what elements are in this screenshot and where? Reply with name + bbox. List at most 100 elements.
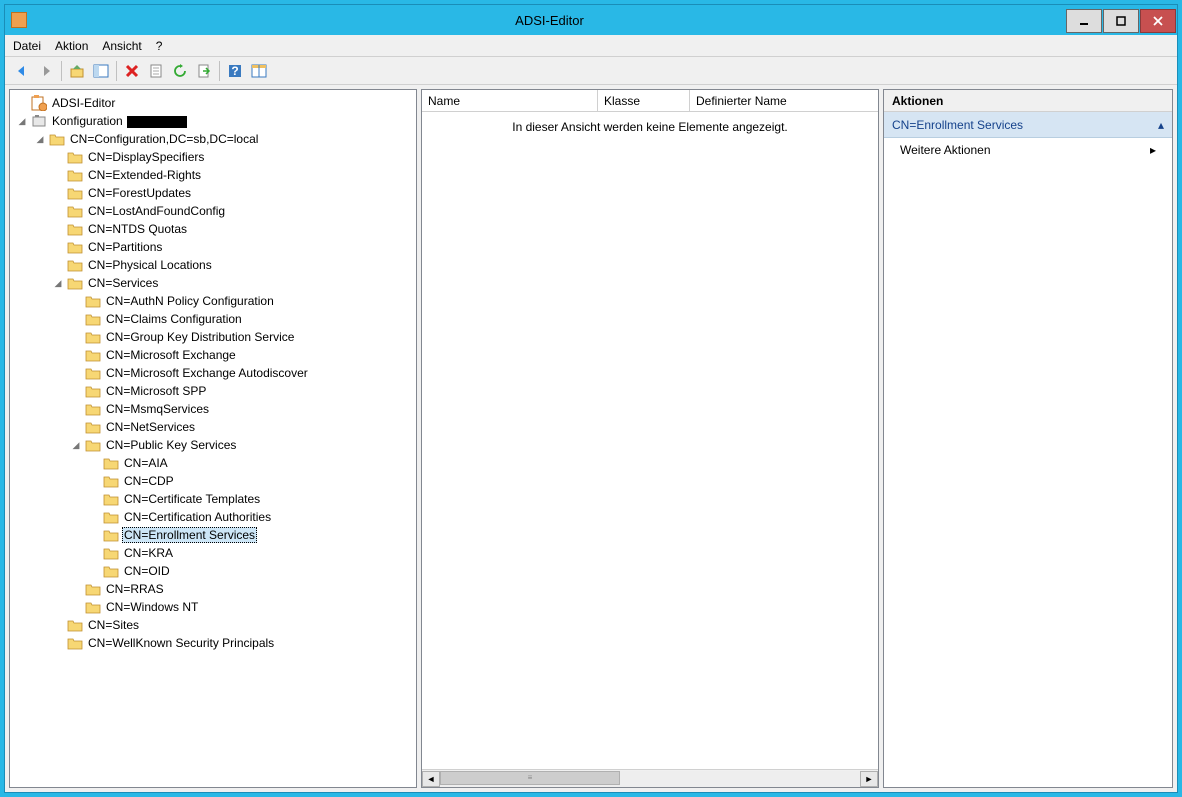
menu-file[interactable]: Datei [13, 39, 41, 53]
tree-item[interactable]: CN=Physical Locations [12, 256, 414, 274]
view-columns-button[interactable] [248, 60, 270, 82]
svg-text:?: ? [231, 64, 238, 78]
tree-item-label: CN=NTDS Quotas [86, 222, 189, 236]
tree-item-label: CN=LostAndFoundConfig [86, 204, 227, 218]
tree-item-label: CN=AuthN Policy Configuration [104, 294, 276, 308]
tree-item-label: CN=Sites [86, 618, 141, 632]
folder-icon [85, 582, 101, 596]
tree-item[interactable]: CN=RRAS [12, 580, 414, 598]
tree-item-label: CN=CDP [122, 474, 176, 488]
titlebar[interactable]: ADSI-Editor [5, 5, 1177, 35]
folder-icon [67, 222, 83, 236]
toolbar: ? [5, 57, 1177, 85]
tree-item-label: CN=Windows NT [104, 600, 200, 614]
tree-item[interactable]: ◢CN=Configuration,DC=sb,DC=local [12, 130, 414, 148]
tree-item[interactable]: CN=Claims Configuration [12, 310, 414, 328]
folder-icon [31, 96, 47, 110]
tree-item[interactable]: CN=Microsoft Exchange [12, 346, 414, 364]
tree-panel[interactable]: ADSI-Editor◢Konfiguration◢CN=Configurati… [9, 89, 417, 788]
scrollbar-thumb[interactable]: ≡ [440, 771, 620, 785]
folder-icon [85, 348, 101, 362]
tree-item[interactable]: CN=Enrollment Services [12, 526, 414, 544]
folder-icon [67, 618, 83, 632]
more-actions-item[interactable]: Weitere Aktionen ▸ [884, 138, 1172, 162]
tree-item[interactable]: CN=ForestUpdates [12, 184, 414, 202]
actions-panel: Aktionen CN=Enrollment Services ▴ Weiter… [883, 89, 1173, 788]
tree-toggle-icon[interactable]: ◢ [34, 133, 46, 145]
menu-help[interactable]: ? [156, 39, 163, 53]
tree-item[interactable]: ◢Konfiguration [12, 112, 414, 130]
tree-item[interactable]: CN=DisplaySpecifiers [12, 148, 414, 166]
tree-item[interactable]: CN=NTDS Quotas [12, 220, 414, 238]
folder-icon [103, 492, 119, 506]
tree-item[interactable]: CN=WellKnown Security Principals [12, 634, 414, 652]
tree-item[interactable]: CN=Microsoft Exchange Autodiscover [12, 364, 414, 382]
delete-button[interactable] [121, 60, 143, 82]
tree-item[interactable]: CN=Extended-Rights [12, 166, 414, 184]
actions-group-header[interactable]: CN=Enrollment Services ▴ [884, 112, 1172, 138]
refresh-button[interactable] [169, 60, 191, 82]
tree-item[interactable]: CN=LostAndFoundConfig [12, 202, 414, 220]
tree-item[interactable]: CN=MsmqServices [12, 400, 414, 418]
tree-item[interactable]: CN=Certificate Templates [12, 490, 414, 508]
tree-item[interactable]: ◢ CN=Public Key Services [12, 436, 414, 454]
tree-toggle-icon[interactable]: ◢ [70, 439, 82, 451]
minimize-button[interactable] [1066, 9, 1102, 33]
tree-item[interactable]: CN=Certification Authorities [12, 508, 414, 526]
list-header: Name Klasse Definierter Name [422, 90, 878, 112]
folder-icon [103, 564, 119, 578]
folder-icon [49, 132, 65, 146]
menu-action[interactable]: Aktion [55, 39, 88, 53]
tree-item[interactable]: CN=CDP [12, 472, 414, 490]
folder-icon [85, 402, 101, 416]
scroll-right-button[interactable]: ► [860, 771, 878, 787]
column-dn[interactable]: Definierter Name [690, 90, 878, 111]
tree-toggle-icon[interactable]: ◢ [52, 277, 64, 289]
tree-item[interactable]: CN=OID [12, 562, 414, 580]
folder-icon [85, 438, 101, 452]
folder-icon [67, 168, 83, 182]
forward-button[interactable] [35, 60, 57, 82]
tree-item[interactable]: CN=NetServices [12, 418, 414, 436]
scroll-left-button[interactable]: ◄ [422, 771, 440, 787]
empty-list-message: In dieser Ansicht werden keine Elemente … [512, 120, 788, 134]
menu-view[interactable]: Ansicht [102, 39, 141, 53]
folder-icon [67, 186, 83, 200]
tree-item-label: CN=OID [122, 564, 172, 578]
tree-item[interactable]: CN=Windows NT [12, 598, 414, 616]
tree-item[interactable]: CN=Group Key Distribution Service [12, 328, 414, 346]
properties-button[interactable] [145, 60, 167, 82]
up-button[interactable] [66, 60, 88, 82]
tree-item-label: CN=Public Key Services [104, 438, 238, 452]
folder-icon [103, 528, 119, 542]
folder-icon [103, 510, 119, 524]
tree-item-label: CN=Group Key Distribution Service [104, 330, 296, 344]
horizontal-scrollbar[interactable]: ◄ ≡ ► [422, 769, 878, 787]
folder-icon [67, 204, 83, 218]
tree-item-label: CN=Extended-Rights [86, 168, 203, 182]
tree-item[interactable]: CN=Sites [12, 616, 414, 634]
folder-icon [67, 150, 83, 164]
column-class[interactable]: Klasse [598, 90, 690, 111]
scrollbar-track[interactable]: ≡ [440, 771, 860, 787]
window-title: ADSI-Editor [33, 13, 1066, 28]
tree-item[interactable]: CN=AuthN Policy Configuration [12, 292, 414, 310]
tree-toggle-icon[interactable]: ◢ [16, 115, 28, 127]
help-button[interactable]: ? [224, 60, 246, 82]
column-name[interactable]: Name [422, 90, 598, 111]
back-button[interactable] [11, 60, 33, 82]
folder-icon [85, 330, 101, 344]
tree-item[interactable]: CN=AIA [12, 454, 414, 472]
show-hide-tree-button[interactable] [90, 60, 112, 82]
tree-item[interactable]: ◢CN=Services [12, 274, 414, 292]
tree-item-label: CN=DisplaySpecifiers [86, 150, 206, 164]
maximize-button[interactable] [1103, 9, 1139, 33]
tree-item[interactable]: CN=KRA [12, 544, 414, 562]
tree-item[interactable]: CN=Partitions [12, 238, 414, 256]
tree-item[interactable]: ADSI-Editor [12, 94, 414, 112]
tree-item[interactable]: CN=Microsoft SPP [12, 382, 414, 400]
tree-item-label: CN=Certification Authorities [122, 510, 273, 524]
tree-item-label: CN=Claims Configuration [104, 312, 244, 326]
close-button[interactable] [1140, 9, 1176, 33]
export-button[interactable] [193, 60, 215, 82]
